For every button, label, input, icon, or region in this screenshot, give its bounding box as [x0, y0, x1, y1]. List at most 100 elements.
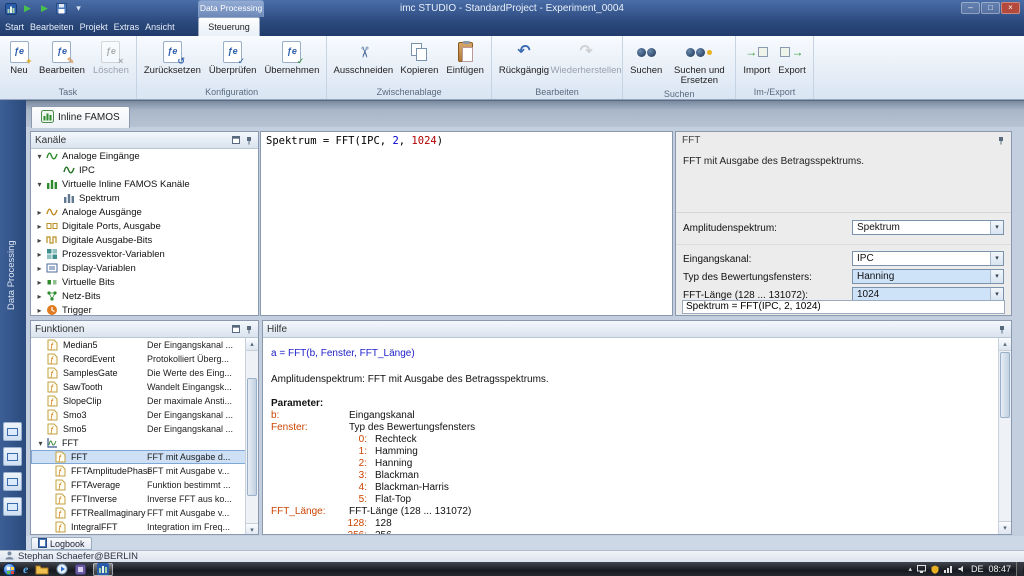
list-item[interactable]: ƒSmo3Der Eingangskanal ...	[31, 408, 258, 422]
tree-item-spektrum[interactable]: Spektrum	[31, 191, 258, 205]
list-item[interactable]: ƒFFTAverageFunktion bestimmt ...	[31, 478, 258, 492]
tab-ansicht[interactable]: Ansicht	[142, 18, 178, 36]
famos-code-editor[interactable]: Spektrum = FFT(IPC, 2, 1024)	[260, 131, 673, 316]
imc-studio-taskbar-icon[interactable]	[93, 563, 113, 576]
tree-item-ipc[interactable]: IPC	[31, 163, 258, 177]
tree-item-analoge-ausgaenge[interactable]: ▸ Analoge Ausgänge	[31, 205, 258, 219]
list-item[interactable]: ƒIntegralFFTIntegration im Freq...	[31, 520, 258, 534]
scroll-down-icon[interactable]: ▾	[246, 523, 258, 535]
amplitudenspektrum-dropdown[interactable]: Spektrum▾	[852, 220, 1004, 235]
media-player-icon[interactable]	[56, 563, 68, 576]
tray-network-icon[interactable]	[944, 565, 953, 573]
tab-projekt[interactable]: Projekt	[77, 18, 111, 36]
tab-bearbeiten[interactable]: Bearbeiten	[27, 18, 77, 36]
expand-open-icon[interactable]: ▾	[35, 439, 46, 448]
tree-item-trigger[interactable]: ▸ Trigger	[31, 303, 258, 316]
list-item[interactable]: ƒSlopeClipDer maximale Ansti...	[31, 394, 258, 408]
neu-button[interactable]: ƒe+ Neu	[3, 37, 35, 86]
list-item[interactable]: ƒRecordEventProtokolliert Überg...	[31, 352, 258, 366]
panel-layout-icon-3[interactable]	[3, 472, 22, 491]
tree-item-prozessvektor-variablen[interactable]: ▸ Prozessvektor-Variablen	[31, 247, 258, 261]
scrollbar-thumb[interactable]	[1000, 352, 1010, 418]
tree-item-digitale-ausgabe-bits[interactable]: ▸ Digitale Ausgabe-Bits	[31, 233, 258, 247]
import-button[interactable]: → Import	[739, 37, 774, 86]
expand-closed-icon[interactable]: ▸	[34, 236, 45, 245]
scroll-up-icon[interactable]: ▴	[999, 338, 1011, 351]
eingangskanal-dropdown[interactable]: IPC▾	[852, 251, 1004, 266]
rueckgaengig-button[interactable]: ↶ Rückgängig	[495, 37, 553, 86]
expand-open-icon[interactable]: ▾	[34, 152, 45, 161]
tree-item-virtuelle-inline-famos-kanaele[interactable]: ▾ Virtuelle Inline FAMOS Kanäle	[31, 177, 258, 191]
scroll-down-icon[interactable]: ▾	[999, 521, 1011, 534]
logbook-tab[interactable]: Logbook	[31, 537, 92, 550]
expand-closed-icon[interactable]: ▸	[34, 278, 45, 287]
tab-inline-famos[interactable]: Inline FAMOS	[31, 106, 130, 128]
uebernehmen-button[interactable]: ƒe✓ Übernehmen	[260, 37, 323, 86]
app-shortcut-icon[interactable]	[75, 563, 86, 576]
ueberpruefen-button[interactable]: ƒe✓ Überprüfen	[205, 37, 261, 86]
pin-icon[interactable]	[996, 135, 1006, 145]
kopieren-button[interactable]: Kopieren	[396, 37, 442, 86]
loeschen-button[interactable]: ƒe× Löschen	[89, 37, 133, 86]
tree-item-virtuelle-bits[interactable]: ▸ Virtuelle Bits	[31, 275, 258, 289]
tab-start[interactable]: Start	[2, 18, 27, 36]
list-item[interactable]: ƒSawToothWandelt Eingangsk...	[31, 380, 258, 394]
chevron-down-icon[interactable]: ▾	[990, 270, 1003, 283]
tab-extras[interactable]: Extras	[111, 18, 143, 36]
dock-icon[interactable]	[231, 135, 241, 145]
suchen-und-ersetzen-button[interactable]: Suchen und Ersetzen	[666, 37, 732, 88]
tree-item-netz-bits[interactable]: ▸ Netz-Bits	[31, 289, 258, 303]
side-rail-tab-data-processing[interactable]: Data Processing	[6, 225, 20, 325]
expand-closed-icon[interactable]: ▸	[34, 250, 45, 259]
tree-item-display-variablen[interactable]: ▸ Display-Variablen	[31, 261, 258, 275]
list-item[interactable]: ƒFFTRealImaginaryFFT mit Ausgabe v...	[31, 506, 258, 520]
ausschneiden-button[interactable]: ✂ Ausschneiden	[330, 37, 396, 86]
close-button[interactable]: ×	[1001, 2, 1020, 14]
export-button[interactable]: → Export	[774, 37, 809, 86]
list-item[interactable]: ƒFFTInverseInverse FFT aus ko...	[31, 492, 258, 506]
expand-closed-icon[interactable]: ▸	[34, 222, 45, 231]
list-item[interactable]: ƒFFTAmplitudePhaseFFT mit Ausgabe v...	[31, 464, 258, 478]
function-group-fft[interactable]: ▾FFT	[31, 436, 258, 450]
scrollbar-thumb[interactable]	[247, 378, 257, 496]
list-item-fft-selected[interactable]: ƒFFTFFT mit Ausgabe d...	[31, 450, 258, 464]
tray-shield-icon[interactable]	[931, 565, 939, 574]
show-desktop-button[interactable]	[1016, 562, 1023, 576]
tree-item-digitale-ports-ausgabe[interactable]: ▸ Digitale Ports, Ausgabe	[31, 219, 258, 233]
explorer-folder-icon[interactable]	[35, 563, 49, 576]
taskbar-clock[interactable]: 08:47	[988, 564, 1011, 574]
dock-icon[interactable]	[231, 324, 241, 334]
expand-closed-icon[interactable]: ▸	[34, 208, 45, 217]
expand-closed-icon[interactable]: ▸	[34, 292, 45, 301]
panel-layout-icon-4[interactable]	[3, 497, 22, 516]
bearbeiten-button[interactable]: ƒe✎ Bearbeiten	[35, 37, 89, 86]
chevron-down-icon[interactable]: ▾	[990, 252, 1003, 265]
tray-volume-icon[interactable]	[958, 565, 966, 573]
chevron-down-icon[interactable]: ▾	[990, 221, 1003, 234]
list-item[interactable]: ƒMedian5Der Eingangskanal ...	[31, 338, 258, 352]
panel-layout-icon-2[interactable]	[3, 447, 22, 466]
minimize-button[interactable]: –	[961, 2, 980, 14]
hilfe-scrollbar[interactable]: ▴ ▾	[998, 338, 1011, 534]
start-button[interactable]	[3, 563, 16, 576]
expand-closed-icon[interactable]: ▸	[34, 264, 45, 273]
tree-item-analoge-eingaenge[interactable]: ▾ Analoge Eingänge	[31, 149, 258, 163]
bewertungsfenster-dropdown[interactable]: Hanning▾	[852, 269, 1004, 284]
tab-steuerung[interactable]: Steuerung	[198, 17, 260, 36]
list-item[interactable]: ƒSamplesGateDie Werte des Eing...	[31, 366, 258, 380]
wiederherstellen-button[interactable]: ↷ Wiederherstellen	[553, 37, 619, 86]
language-indicator[interactable]: DE	[971, 564, 984, 574]
internet-explorer-icon[interactable]: e	[23, 563, 28, 576]
scroll-up-icon[interactable]: ▴	[246, 338, 258, 351]
maximize-button[interactable]: □	[981, 2, 1000, 14]
pin-icon[interactable]	[244, 324, 254, 334]
funktionen-scrollbar[interactable]: ▴ ▾	[245, 338, 258, 535]
panel-layout-icon-1[interactable]	[3, 422, 22, 441]
suchen-button[interactable]: Suchen	[626, 37, 666, 88]
expand-open-icon[interactable]: ▾	[34, 180, 45, 189]
einfuegen-button[interactable]: Einfügen	[442, 37, 488, 86]
expand-closed-icon[interactable]: ▸	[34, 306, 45, 315]
tray-chevron-icon[interactable]: ▴	[908, 565, 912, 573]
zuruecksetzen-button[interactable]: ƒe↺ Zurücksetzen	[140, 37, 205, 86]
tray-monitor-icon[interactable]	[917, 565, 926, 573]
